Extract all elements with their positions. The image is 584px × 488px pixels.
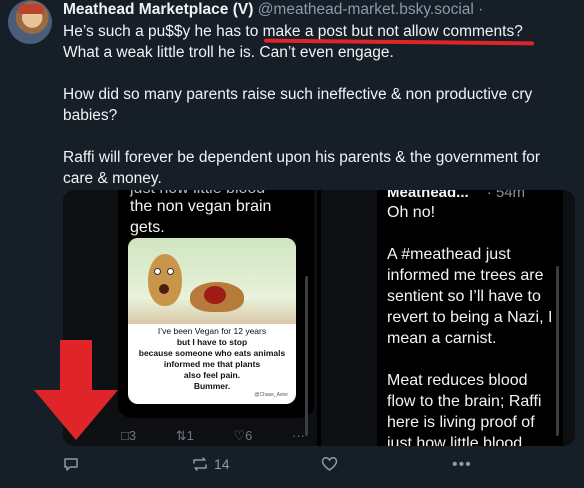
screenshot-paragraph-3: Meat reduces blood flow to the brain; Ra… xyxy=(387,372,542,446)
caption-line: Bummer. xyxy=(193,381,231,391)
post-action-bar: 14 ••• xyxy=(63,456,503,476)
post-paragraph-3: Raffi will forever be dependent upon his… xyxy=(63,149,541,187)
highlighted-phrase: make a post but not allow comments xyxy=(262,23,515,40)
author-name[interactable]: Meathead Marketplace (V) xyxy=(63,1,253,18)
screenshot-line-1: the non vegan brain xyxy=(130,198,272,215)
screenshot-actions: □3 ⇅1 ♡6 ··· xyxy=(121,428,317,444)
like-count: 6 xyxy=(245,428,253,443)
post-text-part: ? xyxy=(514,23,523,40)
heart-icon xyxy=(321,457,338,471)
author-avatar[interactable] xyxy=(8,0,52,44)
author-handle[interactable]: @meathead-market.bsky.social xyxy=(258,1,474,18)
screenshot-line-2: gets. xyxy=(130,219,165,236)
repost-count: 1 xyxy=(186,428,194,443)
cut-potato xyxy=(190,282,244,312)
more-options-button[interactable]: ••• xyxy=(452,456,472,474)
meme-credit: @Chase_Avior xyxy=(254,392,288,398)
repost-button[interactable]: 14 xyxy=(191,456,230,472)
more-icon: ••• xyxy=(452,456,472,473)
screenshot-paragraph-2: A #meathead just informed me trees are s… xyxy=(387,246,553,347)
reply-button[interactable] xyxy=(63,456,84,472)
screenshot-text: Oh no! A #meathead just informed me tree… xyxy=(387,202,559,446)
post-paragraph-2: How did so many parents raise such ineff… xyxy=(63,86,533,124)
caption-line: I’ve been Vegan for 12 years xyxy=(157,326,267,336)
scrollbar xyxy=(305,276,308,436)
screenshot-author-name: Meathead... xyxy=(387,190,469,201)
like-button[interactable] xyxy=(321,456,343,472)
post-text-part: He’s such a pu$$y he has to xyxy=(63,23,263,40)
repost-icon: ⇅1 xyxy=(175,428,194,443)
caption-line: informed me that plants xyxy=(163,359,261,369)
shocked-potato xyxy=(148,254,182,306)
scrollbar xyxy=(556,266,559,436)
caption-line: also feel pain. xyxy=(183,370,241,380)
screenshot-right: Meathead... · 54m Oh no! A #meathead just… xyxy=(377,190,563,446)
repost-icon xyxy=(193,457,207,471)
potato-illustration xyxy=(128,238,296,324)
image-gallery: just how little blood the non vegan brai… xyxy=(63,190,575,446)
repost-count: 14 xyxy=(214,456,230,472)
meme-caption: I’ve been Vegan for 12 years but I have … xyxy=(128,326,296,392)
avatar-hat xyxy=(18,4,44,14)
screenshot-left: just how little blood the non vegan brai… xyxy=(118,190,314,436)
post-line-2: What a weak little troll he is. Can’t ev… xyxy=(63,44,394,61)
screenshot-paragraph-1: Oh no! xyxy=(387,204,436,221)
caption-line: because someone who eats animals xyxy=(138,348,286,358)
more-icon: ··· xyxy=(292,428,305,443)
like-icon: ♡6 xyxy=(233,428,253,443)
screenshot-time: · 54m xyxy=(486,190,526,201)
caption-line: but I have to stop xyxy=(176,337,248,347)
post-header: Meathead Marketplace (V) @meathead-marke… xyxy=(63,0,483,20)
reply-icon xyxy=(64,458,78,471)
potato-meme-card: I’ve been Vegan for 12 years but I have … xyxy=(128,238,296,404)
reply-icon: □3 xyxy=(121,428,137,443)
image-right[interactable]: Meathead... · 54m Oh no! A #meathead just… xyxy=(321,190,575,446)
header-separator: · xyxy=(478,1,484,18)
screenshot-author: Meathead... · 54m xyxy=(387,190,525,201)
red-arrow-annotation xyxy=(34,340,118,440)
reply-count: 3 xyxy=(128,428,137,443)
post-text: He’s such a pu$$y he has to make a post … xyxy=(63,21,573,189)
